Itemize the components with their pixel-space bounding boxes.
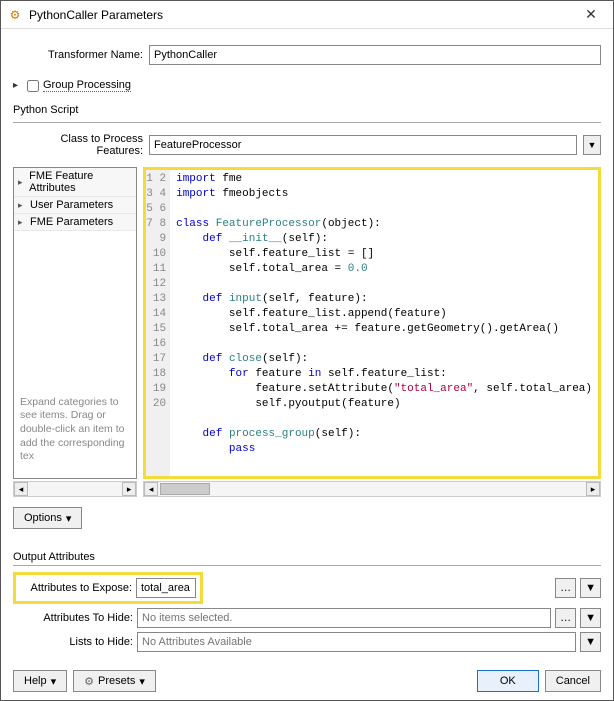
chevron-right-icon: ▸ [18, 200, 28, 211]
divider [13, 565, 601, 566]
group-processing-checkbox[interactable] [27, 80, 39, 92]
python-script-label: Python Script [13, 104, 601, 116]
scroll-left-icon[interactable]: ◂ [14, 482, 28, 496]
code-editor[interactable]: 1 2 3 4 5 6 7 8 9 10 11 12 13 14 15 16 1… [143, 167, 601, 479]
hide-label: Attributes To Hide: [13, 612, 133, 624]
tree-item-label: FME Feature Attributes [29, 170, 132, 194]
scroll-thumb[interactable] [160, 483, 210, 495]
dialog-title: PythonCaller Parameters [29, 8, 575, 22]
output-section: Output Attributes Attributes to Expose: … [13, 547, 601, 656]
expose-browse-button[interactable]: … [555, 578, 576, 598]
class-dropdown-button[interactable]: ▼ [583, 135, 601, 155]
title-bar: ⚙ PythonCaller Parameters ✕ [1, 1, 613, 29]
lists-dropdown-button[interactable]: ▼ [580, 632, 601, 652]
expose-input[interactable] [136, 578, 196, 598]
gear-icon: ⚙ [84, 675, 94, 688]
chevron-down-icon: ▾ [66, 512, 72, 525]
transformer-row: Transformer Name: [13, 45, 601, 65]
transformer-name-input[interactable] [149, 45, 601, 65]
cancel-button[interactable]: Cancel [545, 670, 601, 692]
lists-row: Lists to Hide: ▼ [13, 632, 601, 652]
chevron-down-icon: ▾ [51, 675, 57, 688]
divider [13, 122, 601, 123]
chevron-right-icon: ▸ [13, 80, 23, 91]
hide-input[interactable] [137, 608, 551, 628]
help-button[interactable]: Help▾ [13, 670, 67, 692]
hide-dropdown-button[interactable]: ▼ [580, 608, 601, 628]
chevron-right-icon: ▸ [18, 177, 27, 188]
footer: Help▾ ⚙Presets▾ OK Cancel [13, 660, 601, 692]
expose-row: Attributes to Expose: … ▼ [13, 572, 601, 604]
content-area: Transformer Name: ▸ Group Processing Pyt… [1, 29, 613, 700]
lists-input[interactable] [137, 632, 576, 652]
options-button[interactable]: Options ▾ [13, 507, 82, 529]
tree-panel: ▸FME Feature Attributes▸User Parameters▸… [13, 167, 137, 497]
main-area: ▸FME Feature Attributes▸User Parameters▸… [13, 167, 601, 497]
code-content[interactable]: import fme import fmeobjects class Featu… [170, 170, 598, 476]
scroll-right-icon[interactable]: ▸ [586, 482, 600, 496]
app-icon: ⚙ [7, 7, 23, 23]
ok-button[interactable]: OK [477, 670, 539, 692]
group-processing[interactable]: ▸ Group Processing [13, 79, 601, 92]
tree-hint: Expand categories to see items. Drag or … [14, 392, 136, 468]
tree-item[interactable]: ▸FME Feature Attributes [14, 168, 136, 197]
scroll-right-icon[interactable]: ▸ [122, 482, 136, 496]
options-row: Options ▾ [13, 507, 601, 529]
class-label: Class to Process Features: [13, 133, 143, 157]
tree-scrollbar[interactable]: ◂ ▸ [13, 481, 137, 497]
class-input[interactable] [149, 135, 577, 155]
tree-item-label: User Parameters [30, 199, 113, 211]
scroll-left-icon[interactable]: ◂ [144, 482, 158, 496]
tree-item[interactable]: ▸FME Parameters [14, 214, 136, 231]
expose-label: Attributes to Expose: [20, 582, 132, 594]
hide-row: Attributes To Hide: … ▼ [13, 608, 601, 628]
class-row: Class to Process Features: ▼ [13, 133, 601, 157]
lists-label: Lists to Hide: [13, 636, 133, 648]
transformer-label: Transformer Name: [13, 49, 143, 61]
line-gutter: 1 2 3 4 5 6 7 8 9 10 11 12 13 14 15 16 1… [146, 170, 170, 476]
expose-highlight: Attributes to Expose: [13, 572, 203, 604]
tree-item[interactable]: ▸User Parameters [14, 197, 136, 214]
presets-button[interactable]: ⚙Presets▾ [73, 670, 156, 692]
tree-item-label: FME Parameters [30, 216, 113, 228]
close-button[interactable]: ✕ [575, 6, 607, 23]
group-processing-label: Group Processing [43, 79, 131, 92]
expose-dropdown-button[interactable]: ▼ [580, 578, 601, 598]
chevron-down-icon: ▾ [139, 675, 145, 688]
output-label: Output Attributes [13, 551, 601, 563]
chevron-right-icon: ▸ [18, 217, 28, 228]
code-panel: 1 2 3 4 5 6 7 8 9 10 11 12 13 14 15 16 1… [143, 167, 601, 497]
tree-box: ▸FME Feature Attributes▸User Parameters▸… [13, 167, 137, 479]
hide-browse-button[interactable]: … [555, 608, 576, 628]
dialog-window: ⚙ PythonCaller Parameters ✕ Transformer … [0, 0, 614, 701]
code-scrollbar[interactable]: ◂ ▸ [143, 481, 601, 497]
